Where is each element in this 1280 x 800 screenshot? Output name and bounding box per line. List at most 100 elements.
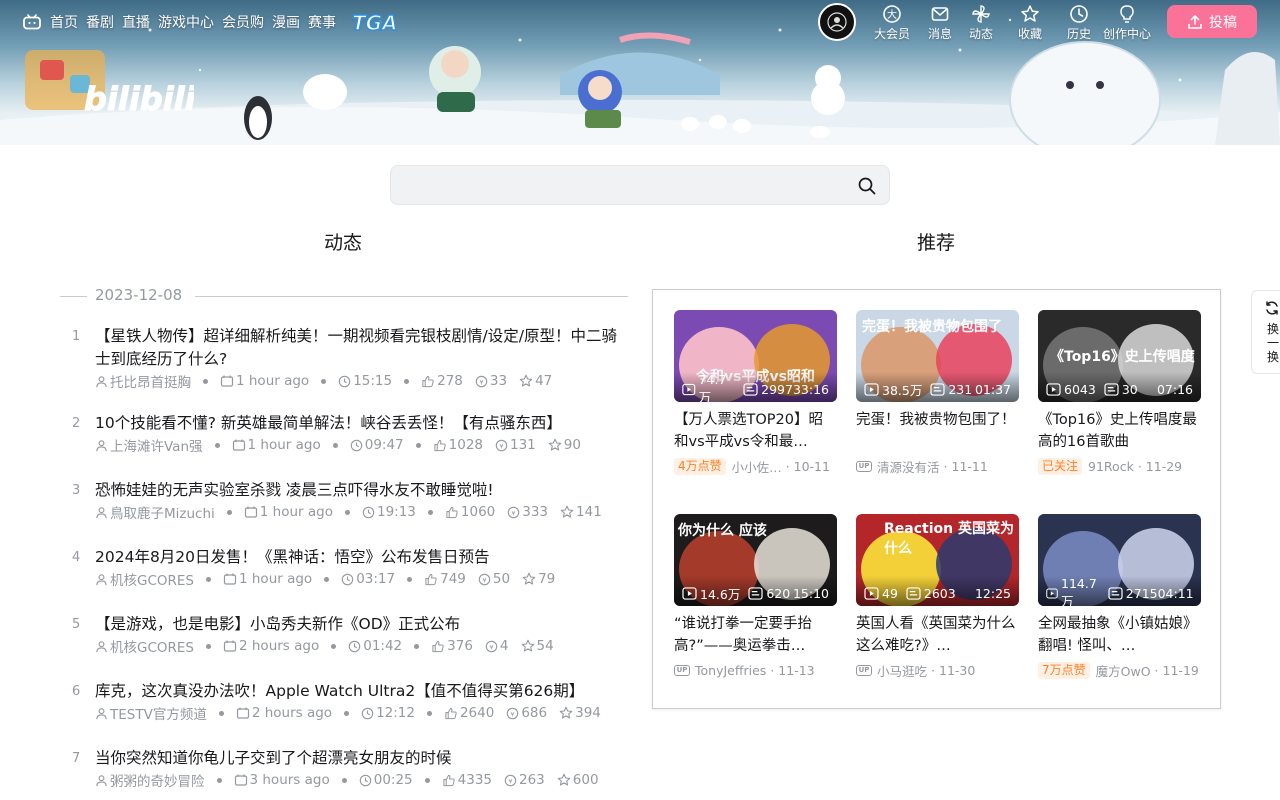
nav-creator-center[interactable]: 创作中心 <box>1103 4 1151 42</box>
nav-manga[interactable]: 漫画 <box>272 12 300 32</box>
recommend-panel: 令和vs平成vs昭和 74.7万 2997 33:16 【万人票选TOP20】昭… <box>652 289 1221 709</box>
feed-date: 2023-12-08 <box>95 286 183 304</box>
feed-item-author[interactable]: 机核GCORES <box>110 636 194 656</box>
feed-item-title[interactable]: 当你突然知道你龟儿子交到了个超漂亮女朋友的时候 <box>95 747 630 770</box>
favorite-star-icon <box>559 706 573 719</box>
danmaku-icon <box>1104 382 1119 396</box>
play-count-icon <box>864 382 879 396</box>
author-icon <box>96 573 107 585</box>
tga-event-logo[interactable]: TGA <box>350 10 406 34</box>
feed-item-title[interactable]: 2024年8月20日发售！《黑神话：悟空》公布发售日预告 <box>95 546 630 569</box>
feed-item-author[interactable]: 托比昂首挺胸 <box>110 371 191 391</box>
nav-history[interactable]: 历史 <box>1055 4 1103 42</box>
feed-item-time: 1 hour ago <box>239 571 313 587</box>
feed-item-author[interactable]: 鳥取鹿子Mizuchi <box>110 502 215 522</box>
play-count-icon <box>1046 587 1058 599</box>
video-thumbnail[interactable]: 你为什么 应该 14.6万 620 15:10 <box>674 514 837 606</box>
feed-item-title[interactable]: 10个技能看不懂? 新英雄最简单解法！峡谷丢丢怪！【有点骚东西】 <box>95 412 630 435</box>
video-title[interactable]: 英国人看《英国菜为什么这么难吃?》… <box>856 613 1019 659</box>
video-title[interactable]: “谁说打拳一定要手抬高?”——奥运拳击… <box>674 613 837 659</box>
svg-text:¥: ¥ <box>508 777 512 785</box>
feed-item-title[interactable]: 【是游戏，也是电影】小岛秀夫新作《OD》正式公布 <box>95 613 630 636</box>
search-input[interactable] <box>403 166 843 204</box>
feed-item-meta: 托比昂首挺胸 1 hour ago 15:15 278 ¥ 33 47 <box>95 371 552 391</box>
video-author[interactable]: 91Rock <box>1088 459 1134 474</box>
nav-anime[interactable]: 番剧 <box>86 12 114 32</box>
feed-item-meta: TESTV官方频道 2 hours ago 12:12 2640 ¥ 686 3… <box>95 703 601 723</box>
feed-item-coins: 50 <box>492 571 511 587</box>
favorite-star-icon <box>548 438 562 451</box>
refresh-recommend-button[interactable]: 换一换 <box>1251 290 1280 374</box>
video-title[interactable]: 全网最抽象《小镇姑娘》翻唱! 怪叫、… <box>1038 613 1201 659</box>
feed-item-favs: 394 <box>575 705 601 721</box>
up-owner-icon: UP <box>856 664 872 676</box>
upload-label: 投稿 <box>1209 14 1237 31</box>
video-thumbnail[interactable]: 完蛋！我被贵物包围了 38.5万 231 01:37 <box>856 310 1019 402</box>
nav-dynamic[interactable]: 动态 <box>957 4 1005 42</box>
feed-item-author[interactable]: TESTV官方频道 <box>110 703 207 723</box>
feed-item-author[interactable]: 粥粥的奇妙冒险 <box>110 770 205 790</box>
feed-item-coins: 4 <box>499 638 509 654</box>
danmaku-icon <box>743 382 758 396</box>
video-duration: 12:25 <box>974 585 1011 601</box>
video-author[interactable]: 清源没有活 <box>877 457 940 475</box>
history-clock-icon <box>1070 5 1088 23</box>
video-danmaku: 30 <box>1121 381 1138 397</box>
bilibili-tv-icon[interactable] <box>22 12 42 32</box>
coin-icon: ¥ <box>478 573 491 585</box>
feed-item-title[interactable]: 库克，这次真没办法吹！Apple Watch Ultra2【值不值得买第626期… <box>95 680 630 703</box>
nav-vip[interactable]: 大 大会员 <box>868 4 916 42</box>
favorite-star-icon <box>1021 5 1039 22</box>
nav-game-center[interactable]: 游戏中心 <box>158 12 214 32</box>
svg-text:bilibili: bilibili <box>84 80 194 118</box>
nav-messages-label: 消息 <box>927 27 952 41</box>
nav-home[interactable]: 首页 <box>50 12 78 32</box>
feed-item-meta: 鳥取鹿子Mizuchi 1 hour ago 19:13 1060 ¥ 333 <box>95 502 602 522</box>
coin-icon: ¥ <box>475 375 488 387</box>
feed-item-coins: 333 <box>522 504 549 520</box>
nav-mall[interactable]: 会员购 <box>222 12 264 32</box>
video-author[interactable]: 魔方OwO <box>1096 661 1151 679</box>
video-views: 49 <box>882 585 898 601</box>
feed-item-duration: 09:47 <box>364 437 404 453</box>
nav-favorites[interactable]: 收藏 <box>1006 4 1054 42</box>
feed-item-author[interactable]: 上海滩许Van强 <box>110 435 203 455</box>
feed-item-meta: 粥粥的奇妙冒险 3 hours ago 00:25 4335 ¥ 263 600 <box>95 770 599 790</box>
video-author[interactable]: 小小佐… <box>732 457 782 475</box>
video-thumbnail[interactable]: 令和vs平成vs昭和 74.7万 2997 33:16 <box>674 310 837 402</box>
upload-button[interactable]: 投稿 <box>1167 5 1257 38</box>
video-title[interactable]: 完蛋！我被贵物包围了！ <box>856 409 1019 455</box>
feed-item-number: 1 <box>72 329 81 344</box>
video-thumbnail[interactable]: 114.7万 2715 04:11 <box>1038 514 1201 606</box>
video-author[interactable]: 小马逛吃 <box>877 661 927 679</box>
nav-esports[interactable]: 赛事 <box>308 12 336 32</box>
feed-item-duration: 19:13 <box>376 504 416 520</box>
feed-item-likes: 4335 <box>457 772 492 788</box>
feed-item-number: 6 <box>72 684 81 699</box>
video-thumbnail[interactable]: 《Top16》史上传唱度 6043 30 07:16 <box>1038 310 1201 402</box>
video-title[interactable]: 【万人票选TOP20】昭和vs平成vs令和最… <box>674 409 837 455</box>
feed-item-author[interactable]: 机核GCORES <box>110 569 194 589</box>
user-avatar[interactable] <box>818 3 856 41</box>
search-icon[interactable] <box>857 176 877 196</box>
nav-live[interactable]: 直播 <box>122 12 150 32</box>
feed-item-coins: 263 <box>519 772 545 788</box>
play-count-icon <box>682 586 697 600</box>
feed-item-number: 7 <box>72 751 81 766</box>
nav-left: 首页 番剧 直播 游戏中心 会员购 漫画 赛事 TGA <box>22 10 406 34</box>
bilibili-logo[interactable]: bilibili <box>84 74 194 122</box>
play-count-icon <box>1046 382 1061 396</box>
up-owner-icon: UP <box>856 460 872 472</box>
publish-time-icon <box>244 506 257 518</box>
feed-item-meta: 机核GCORES 2 hours ago 01:42 376 ¥ 4 54 <box>95 636 554 656</box>
author-icon <box>96 774 107 786</box>
feed-item-title[interactable]: 【星铁人物传】超详细解析纯美！一期视频看完银枝剧情/设定/原型！中二骑士到底经历… <box>95 325 630 371</box>
duration-clock-icon <box>350 439 362 451</box>
feed-item-title[interactable]: 恐怖娃娃的无声实验室杀戮 凌晨三点吓得水友不敢睡觉啦! <box>95 479 630 502</box>
feed-item-duration: 03:17 <box>356 571 396 587</box>
video-title[interactable]: 《Top16》史上传唱度最高的16首歌曲 <box>1038 409 1201 455</box>
video-author[interactable]: TonyJeffries <box>695 663 766 678</box>
svg-text:大: 大 <box>887 8 897 21</box>
video-thumbnail[interactable]: Reaction 英国菜为什么 49 2603 12:25 <box>856 514 1019 606</box>
feed-item-time: 1 hour ago <box>259 504 333 520</box>
